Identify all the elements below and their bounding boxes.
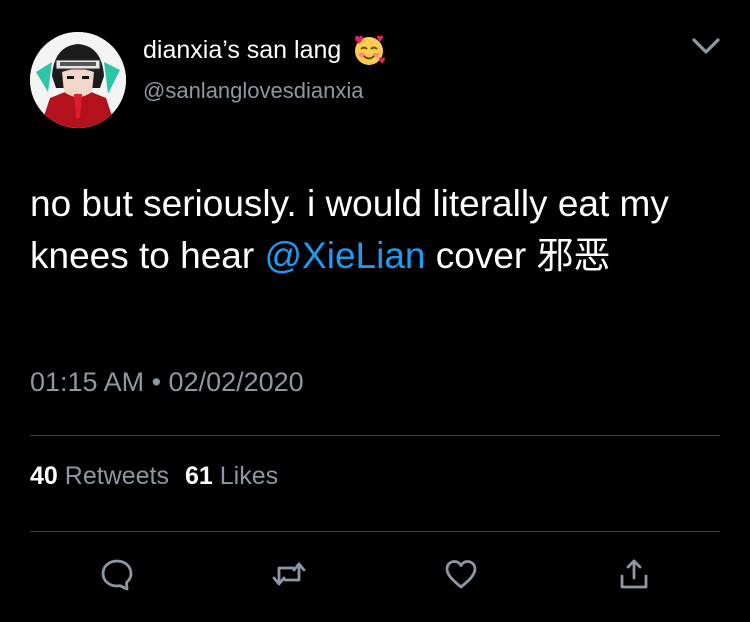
reply-icon[interactable]: [99, 556, 135, 592]
mention-link[interactable]: @XieLian: [264, 235, 425, 276]
meta-separator: •: [144, 367, 169, 397]
likes-stat[interactable]: 61 Likes: [185, 462, 278, 490]
retweets-count: 40: [30, 462, 58, 490]
display-name-text: dianxia’s san lang: [143, 36, 342, 64]
tweet-text-after: cover 邪恶: [425, 235, 611, 276]
retweets-label: Retweets: [64, 462, 169, 490]
smiling-face-with-hearts-icon: [351, 32, 387, 68]
chevron-down-icon[interactable]: [686, 32, 726, 60]
user-handle[interactable]: @sanlanglovesdianxia: [143, 76, 363, 106]
tweet-text: no but seriously. i would literally eat …: [30, 178, 720, 282]
divider-top: [30, 435, 720, 436]
likes-count: 61: [184, 462, 213, 490]
divider-bottom: [30, 531, 720, 532]
tweet-stats: 40 Retweets 61 Likes: [30, 458, 278, 494]
display-name[interactable]: dianxia’s san lang: [143, 32, 387, 68]
tweet: dianxia’s san lang @sanlanglovesdianxia …: [0, 0, 750, 622]
avatar[interactable]: [30, 32, 126, 128]
retweets-stat[interactable]: 40 Retweets: [30, 462, 169, 490]
likes-label: Likes: [219, 462, 279, 490]
avatar-image: [30, 32, 126, 128]
tweet-date: 02/02/2020: [168, 367, 304, 397]
share-icon[interactable]: [616, 556, 652, 592]
tweet-timestamp[interactable]: 01:15 AM • 02/02/2020: [30, 363, 304, 401]
retweet-icon[interactable]: [271, 556, 307, 592]
tweet-time: 01:15 AM: [30, 367, 145, 397]
like-icon[interactable]: [443, 556, 479, 592]
